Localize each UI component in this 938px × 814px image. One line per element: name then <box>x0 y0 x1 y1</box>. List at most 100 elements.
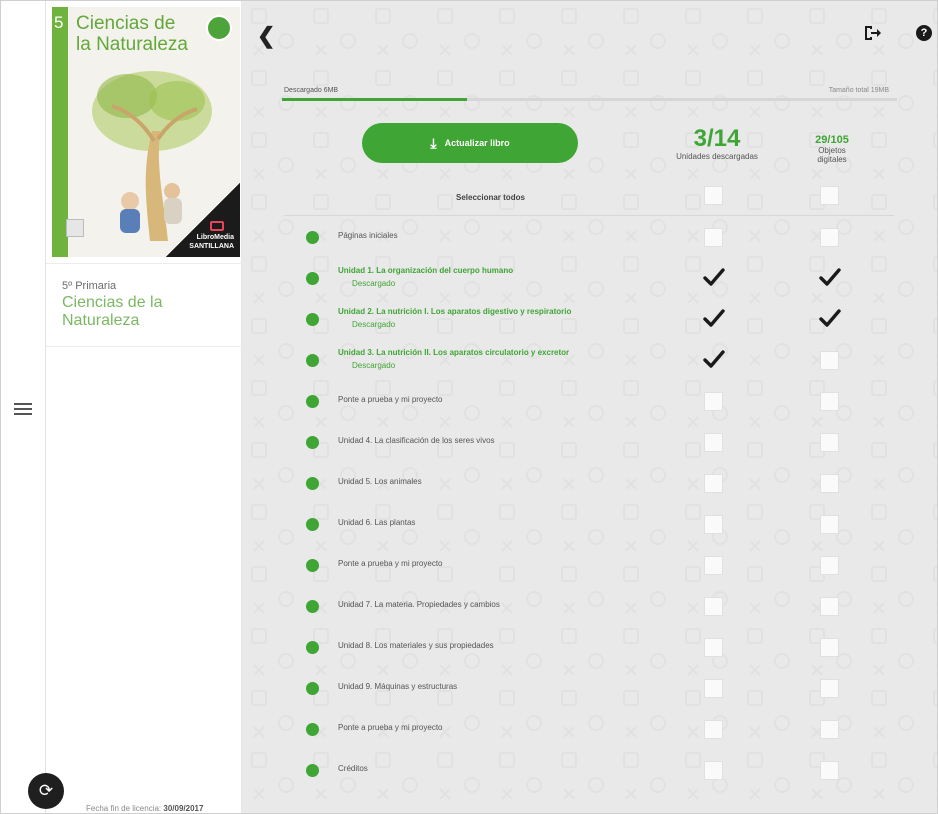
unit-download-checkbox[interactable] <box>704 433 723 452</box>
download-progress-fill <box>282 98 467 101</box>
download-progress-bar <box>282 98 897 101</box>
objects-download-checkbox[interactable] <box>820 515 839 534</box>
status-dot-icon <box>306 723 319 736</box>
unit-download-checkbox-checked[interactable] <box>703 267 725 287</box>
publisher-line2: SANTILLANA <box>189 243 234 250</box>
unit-row[interactable]: Unidad 6. Las plantas <box>242 504 937 544</box>
status-dot-icon <box>306 559 319 572</box>
unit-status: Descargado <box>352 279 396 288</box>
unit-row[interactable]: Ponte a prueba y mi proyecto <box>242 545 937 585</box>
cover-title-line1: Ciencias de <box>76 13 176 34</box>
unit-title: Unidad 5. Los animales <box>338 477 422 486</box>
unit-row[interactable]: Ponte a prueba y mi proyecto <box>242 709 937 749</box>
unit-download-checkbox[interactable] <box>704 720 723 739</box>
book-info: 5º Primaria Ciencias de la Naturaleza <box>46 263 242 347</box>
help-icon[interactable]: ? <box>916 25 932 41</box>
unit-download-checkbox-checked[interactable] <box>703 308 725 328</box>
unit-row[interactable]: Unidad 9. Máquinas y estructuras <box>242 668 937 708</box>
unit-row[interactable]: Páginas iniciales <box>242 217 937 257</box>
status-dot-icon <box>306 477 319 490</box>
book-name-line1: Ciencias de la <box>62 294 163 311</box>
checkmark-icon <box>703 309 725 327</box>
cover-grade: 5 <box>54 13 64 32</box>
unit-row[interactable]: Unidad 3. La nutrición II. Los aparatos … <box>242 340 937 380</box>
license-info: Fecha fin de licencia: 30/09/2017 <box>86 804 203 813</box>
publisher-icon <box>210 221 224 231</box>
unit-row[interactable]: Ponte a prueba y mi proyecto <box>242 381 937 421</box>
objects-download-checkbox-checked[interactable] <box>819 308 841 328</box>
objects-download-checkbox[interactable] <box>820 556 839 575</box>
objects-count: 29/105 <box>815 134 849 146</box>
status-dot-icon <box>306 600 319 613</box>
book-panel: 5 Ciencias de la Naturaleza LibroMedia S… <box>46 1 242 813</box>
unit-download-checkbox[interactable] <box>704 679 723 698</box>
logout-icon[interactable] <box>862 23 882 43</box>
unit-title: Páginas iniciales <box>338 231 398 240</box>
checkmark-icon <box>819 268 841 286</box>
sync-icon[interactable]: ⟳ <box>28 773 64 809</box>
cover-badge-icon <box>206 15 232 41</box>
book-name: Ciencias de la Naturaleza <box>62 294 242 330</box>
unit-row[interactable]: Unidad 2. La nutrición I. Los aparatos d… <box>242 299 937 339</box>
unit-row[interactable]: Unidad 1. La organización del cuerpo hum… <box>242 258 937 298</box>
unit-row[interactable]: Unidad 8. Los materiales y sus propiedad… <box>242 627 937 667</box>
objects-download-checkbox[interactable] <box>820 433 839 452</box>
unit-row[interactable]: Unidad 4. La clasificación de los seres … <box>242 422 937 462</box>
objects-download-checkbox[interactable] <box>820 392 839 411</box>
objects-stat: 29/105 Objetos digitales <box>802 134 862 164</box>
objects-download-checkbox[interactable] <box>820 474 839 493</box>
objects-download-checkbox-checked[interactable] <box>819 267 841 287</box>
unit-title: Unidad 3. La nutrición II. Los aparatos … <box>338 348 570 357</box>
status-dot-icon <box>306 395 319 408</box>
publisher-name: LibroMedia SANTILLANA <box>189 233 234 251</box>
unit-download-checkbox[interactable] <box>704 392 723 411</box>
unit-title: Ponte a prueba y mi proyecto <box>338 723 443 732</box>
cover-chip <box>66 219 84 237</box>
objects-download-checkbox[interactable] <box>820 761 839 780</box>
unit-download-checkbox[interactable] <box>704 474 723 493</box>
unit-download-checkbox[interactable] <box>704 597 723 616</box>
update-book-label: Actualizar libro <box>444 138 510 148</box>
chevron-left-icon[interactable]: ❮ <box>257 23 275 49</box>
hamburger-icon[interactable] <box>14 403 32 417</box>
download-icon: ⤓ <box>430 134 437 151</box>
unit-download-checkbox[interactable] <box>704 761 723 780</box>
units-label: Unidades descargadas <box>676 152 758 161</box>
unit-title: Créditos <box>338 764 368 773</box>
unit-title: Ponte a prueba y mi proyecto <box>338 395 443 404</box>
objects-download-checkbox[interactable] <box>820 351 839 370</box>
book-cover[interactable]: 5 Ciencias de la Naturaleza LibroMedia S… <box>52 7 240 257</box>
unit-row[interactable]: Unidad 5. Los animales <box>242 463 937 503</box>
book-level: 5º Primaria <box>62 280 117 292</box>
unit-row[interactable]: Créditos <box>242 750 937 790</box>
status-dot-icon <box>306 436 319 449</box>
objects-label-line2: digitales <box>817 155 847 164</box>
unit-download-checkbox[interactable] <box>704 228 723 247</box>
units-stat: 3/14 Unidades descargadas <box>662 126 772 162</box>
unit-download-checkbox-checked[interactable] <box>703 349 725 369</box>
status-dot-icon <box>306 641 319 654</box>
unit-download-checkbox[interactable] <box>704 556 723 575</box>
objects-download-checkbox[interactable] <box>820 679 839 698</box>
objects-download-checkbox[interactable] <box>820 720 839 739</box>
objects-label-line1: Objetos <box>818 146 846 155</box>
select-all-objects-checkbox[interactable] <box>820 186 839 205</box>
unit-title: Unidad 9. Máquinas y estructuras <box>338 682 458 691</box>
objects-download-checkbox[interactable] <box>820 638 839 657</box>
unit-row[interactable]: Unidad 7. La materia. Propiedades y camb… <box>242 586 937 626</box>
select-all-label: Seleccionar todos <box>456 193 525 202</box>
objects-download-checkbox[interactable] <box>820 228 839 247</box>
status-dot-icon <box>306 313 319 326</box>
unit-status: Descargado <box>352 320 396 329</box>
status-dot-icon <box>306 231 319 244</box>
divider <box>284 215 894 216</box>
update-book-button[interactable]: ⤓ Actualizar libro <box>362 123 578 163</box>
unit-download-checkbox[interactable] <box>704 638 723 657</box>
select-all-units-checkbox[interactable] <box>704 186 723 205</box>
unit-download-checkbox[interactable] <box>704 515 723 534</box>
downloaded-size: Descargado 6MB <box>284 87 339 94</box>
left-rail <box>1 1 46 813</box>
checkmark-icon <box>703 268 725 286</box>
objects-download-checkbox[interactable] <box>820 597 839 616</box>
total-size: Tamaño total 19MB <box>828 87 889 94</box>
